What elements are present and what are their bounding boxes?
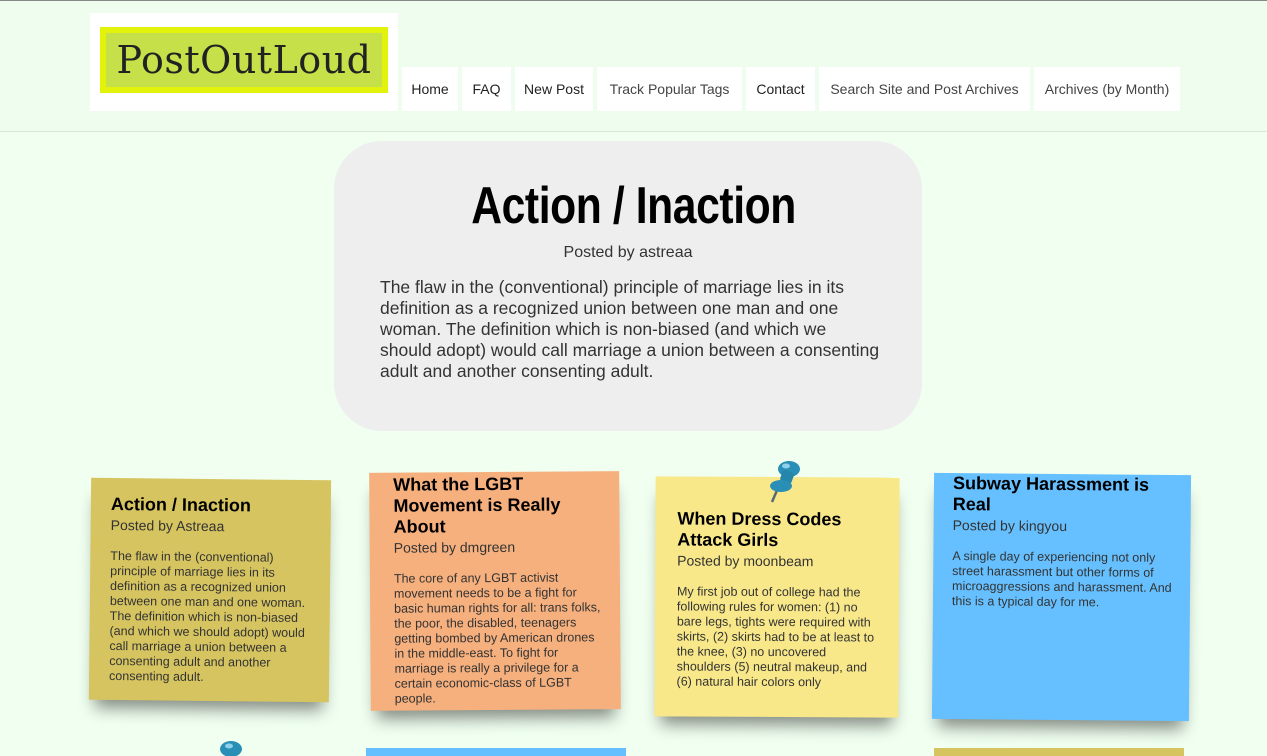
note-card-2[interactable]: What the LGBT Movement is Really About P… [369, 471, 621, 711]
note-peek-blue [366, 748, 626, 756]
note-card-3[interactable]: When Dress Codes Attack Girls Posted by … [654, 476, 900, 718]
featured-post-title[interactable]: Action / Inaction [114, 176, 1153, 236]
nav-contact[interactable]: Contact [746, 67, 815, 111]
logo-text: PostOutLoud [106, 33, 382, 87]
note-body: The flaw in the (conventional) principle… [109, 548, 306, 684]
note-title[interactable]: Subway Harassment is Real [953, 473, 1173, 517]
nav-search-archives[interactable]: Search Site and Post Archives [819, 67, 1030, 111]
note-body: My first job out of college had the foll… [676, 584, 875, 690]
note-title[interactable]: What the LGBT Movement is Really About [393, 473, 605, 537]
note-peek-yellow [934, 748, 1184, 756]
nav-home[interactable]: Home [402, 67, 458, 111]
site-header: PostOutLoud Home FAQ New Post Track Popu… [0, 1, 1267, 132]
note-byline: Posted by Astreaa [110, 516, 225, 535]
note-title[interactable]: When Dress Codes Attack Girls [677, 508, 881, 551]
featured-post-byline: Posted by astreaa [563, 244, 693, 261]
nav-archives-by-month[interactable]: Archives (by Month) [1034, 67, 1180, 111]
featured-post-body: The flaw in the (conventional) principle… [380, 277, 880, 381]
logo-highlight: PostOutLoud [100, 27, 388, 93]
note-title[interactable]: Action / Inaction [111, 494, 313, 517]
note-byline: Posted by kingyou [952, 517, 1068, 535]
pushpin-icon [770, 461, 800, 503]
note-byline: Posted by dmgreen [393, 538, 516, 556]
site-logo[interactable]: PostOutLoud [90, 13, 398, 111]
note-body: The core of any LGBT activist movement n… [393, 570, 601, 706]
pushpin-icon [220, 741, 242, 756]
nav-new-post[interactable]: New Post [515, 67, 593, 111]
nav-track-popular-tags[interactable]: Track Popular Tags [597, 67, 742, 111]
nav-faq[interactable]: FAQ [462, 67, 511, 111]
note-card-4[interactable]: Subway Harassment is Real Posted by king… [931, 472, 1192, 722]
note-byline: Posted by moonbeam [677, 552, 814, 570]
note-card-1[interactable]: Action / Inaction Posted by Astreaa The … [88, 477, 332, 703]
note-body: A single day of experiencing not only st… [951, 549, 1172, 610]
